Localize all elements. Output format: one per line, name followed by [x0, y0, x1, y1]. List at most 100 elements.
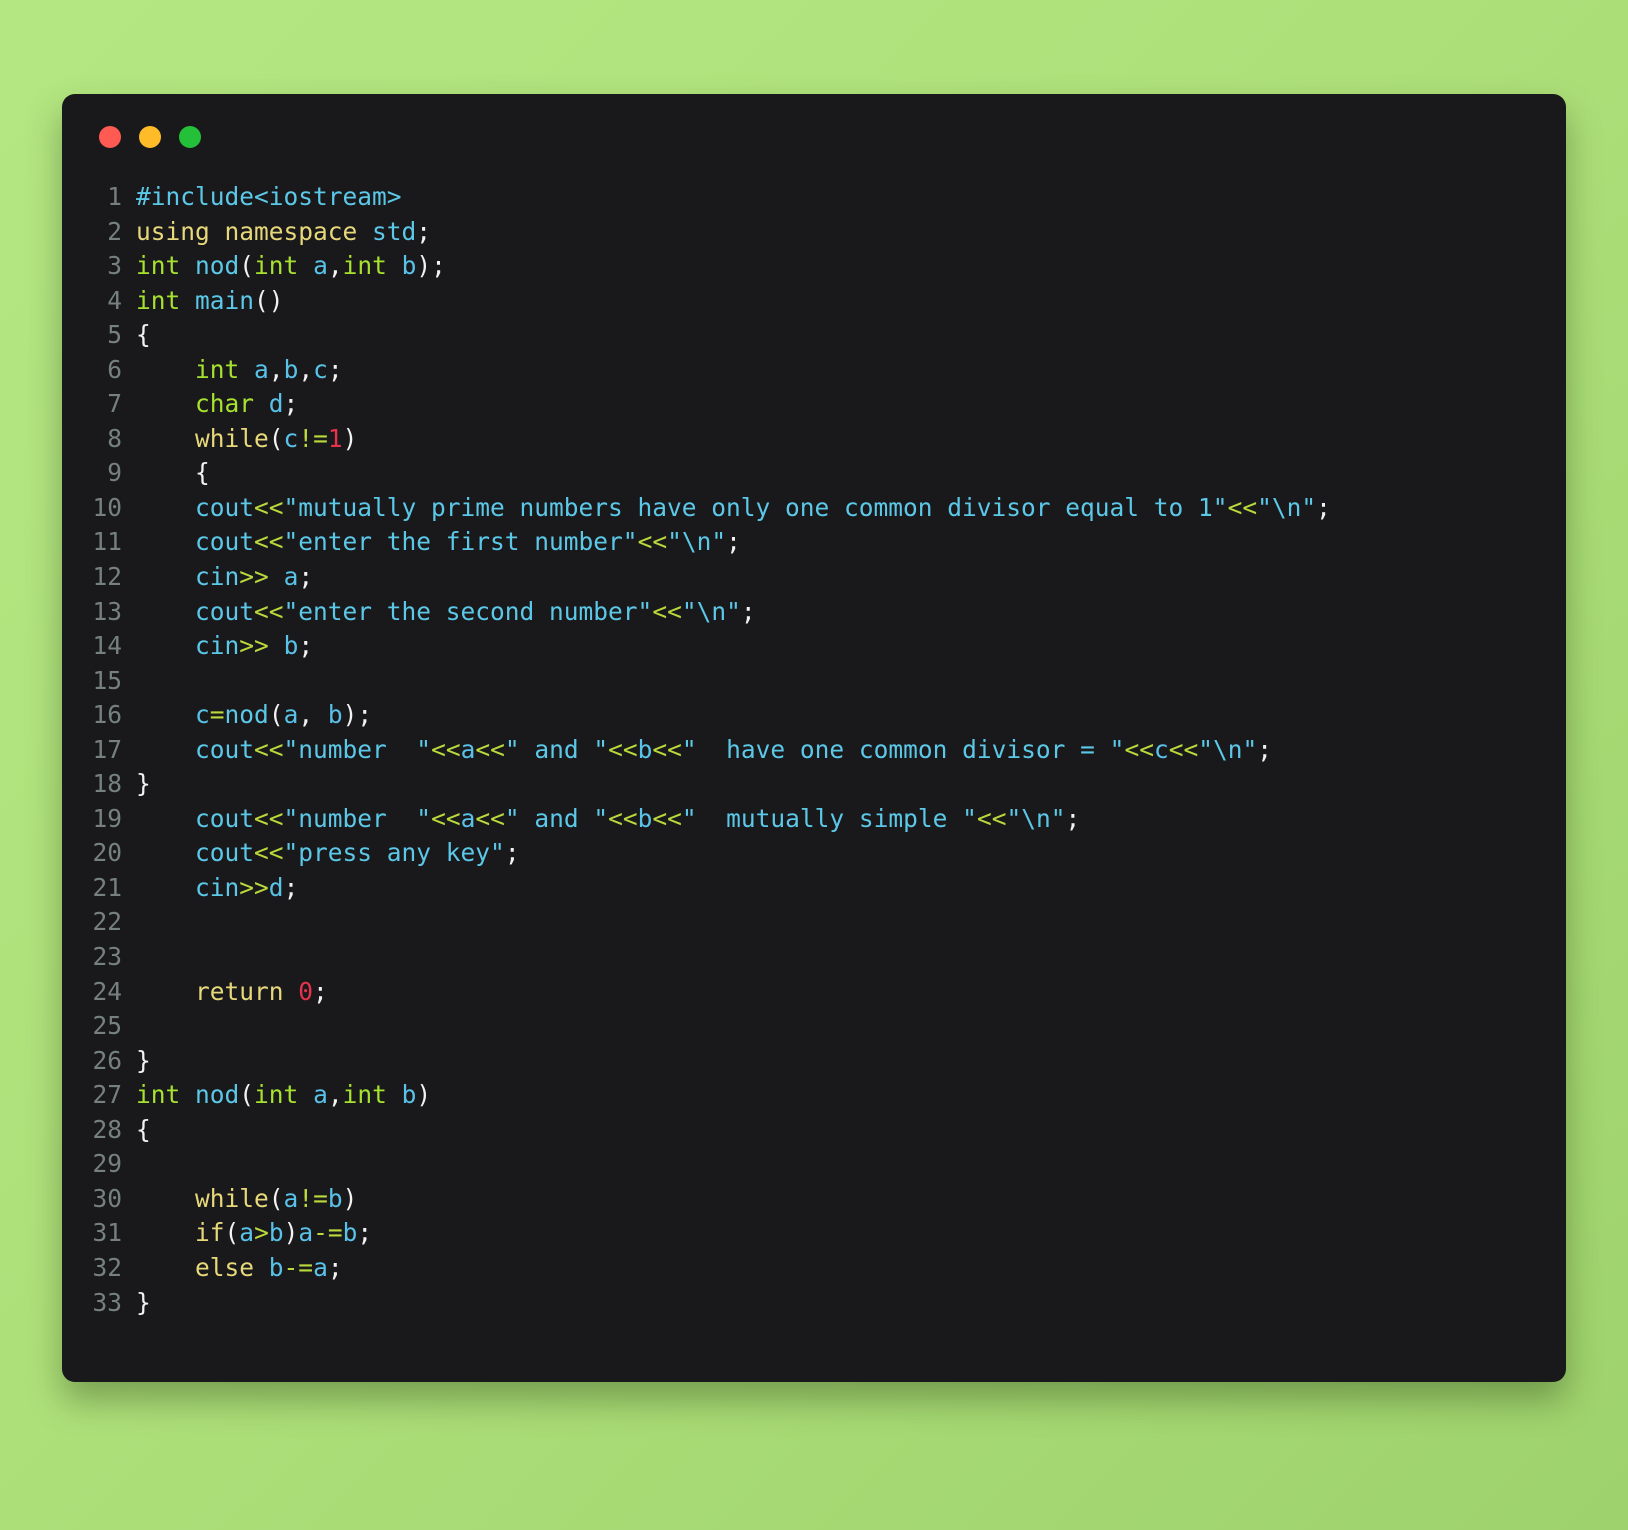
token-plain: ;	[740, 596, 756, 626]
code-line[interactable]: 27 int nod(int a,int b)	[76, 1078, 1566, 1113]
token-type: int	[254, 251, 314, 281]
token-plain: ;	[283, 389, 299, 419]
code-line[interactable]: 11 cout<<"enter the first number"<<"\n";	[76, 525, 1566, 560]
line-number: 3	[107, 251, 122, 281]
code-line-content: }	[136, 767, 151, 802]
line-number: 26	[92, 1045, 122, 1075]
code-window: 1 #include<iostream> 2 using namespace std;…	[62, 94, 1566, 1382]
line-number: 14	[92, 631, 122, 661]
line-number: 30	[92, 1183, 122, 1213]
token-op: <<	[254, 492, 284, 522]
token-op: <<	[431, 734, 461, 764]
token-plain: ;	[298, 631, 314, 661]
code-line[interactable]: 23	[76, 940, 1566, 975]
token-op: >>	[239, 562, 269, 592]
code-line[interactable]: 31 if(a>b)a-=b;	[76, 1216, 1566, 1251]
page-root: 1 #include<iostream> 2 using namespace std;…	[0, 0, 1628, 1530]
code-line[interactable]: 25	[76, 1009, 1566, 1044]
maximize-button[interactable]	[179, 126, 201, 148]
code-line[interactable]: 14 cin>> b;	[76, 629, 1566, 664]
line-number: 16	[92, 700, 122, 730]
token-str: "number "	[283, 803, 432, 833]
minimize-button[interactable]	[139, 126, 161, 148]
code-line[interactable]: 6 int a,b,c;	[76, 353, 1566, 388]
code-line-content: cin>>d;	[136, 871, 298, 906]
code-line[interactable]: 13 cout<<"enter the second number"<<"\n"…	[76, 595, 1566, 630]
code-line[interactable]: 18}	[76, 767, 1566, 802]
line-number: 9	[107, 458, 122, 488]
code-line[interactable]: 24 return 0;	[76, 975, 1566, 1010]
token-type: char	[195, 389, 269, 419]
code-line[interactable]: 32 else b-=a;	[76, 1251, 1566, 1286]
code-line[interactable]: 3 int nod(int a,int b);	[76, 249, 1566, 284]
code-line[interactable]: 33}	[76, 1286, 1566, 1321]
close-button[interactable]	[99, 126, 121, 148]
code-line[interactable]: 8 while(c!=1)	[76, 422, 1566, 457]
code-line[interactable]: 15	[76, 664, 1566, 699]
code-editor[interactable]: 1 #include<iostream> 2 using namespace std;…	[62, 180, 1566, 1320]
code-line-content: cout<<"enter the first number"<<"\n";	[136, 525, 741, 560]
token-plain: ;	[357, 1218, 373, 1248]
code-line[interactable]: 7 char d;	[76, 387, 1566, 422]
token-fn: cout	[195, 596, 255, 626]
token-str: "\n"	[1257, 492, 1317, 522]
code-line[interactable]: 22	[76, 905, 1566, 940]
code-line[interactable]: 9 {	[76, 456, 1566, 491]
token-var: b	[342, 1218, 358, 1248]
token-plain: }	[136, 769, 151, 799]
token-op: <<	[652, 734, 682, 764]
code-line[interactable]: 19 cout<<"number "<<a<<" and "<<b<<" mut…	[76, 802, 1566, 837]
token-var: c	[1153, 734, 1169, 764]
code-line[interactable]: 21 cin>>d;	[76, 871, 1566, 906]
token-plain: ;	[1257, 734, 1273, 764]
token-fn: cin	[195, 872, 240, 902]
code-line[interactable]: 29	[76, 1147, 1566, 1182]
token-var: a	[460, 803, 476, 833]
token-type: int	[136, 285, 196, 315]
code-line[interactable]: 4 int main()	[76, 284, 1566, 319]
code-line-content: {	[136, 1113, 151, 1148]
token-op: !=	[298, 1183, 328, 1213]
code-line-content: cout<<"press any key";	[136, 836, 520, 871]
code-line[interactable]: 30 while(a!=b)	[76, 1182, 1566, 1217]
token-var: a	[313, 1080, 328, 1110]
code-line[interactable]: 5{	[76, 318, 1566, 353]
line-number: 25	[92, 1011, 122, 1041]
code-line[interactable]: 28 {	[76, 1113, 1566, 1148]
token-var: c	[195, 700, 210, 730]
line-number: 5	[107, 320, 122, 350]
token-str: " have one common divisor = "	[681, 734, 1125, 764]
token-op: >>	[239, 631, 269, 661]
token-op: -=	[283, 1252, 314, 1282]
token-plain: ;	[504, 838, 520, 868]
code-line[interactable]: 26}	[76, 1044, 1566, 1079]
token-plain: {	[136, 458, 210, 488]
token-plain: );	[416, 251, 446, 281]
token-var: a	[298, 1218, 314, 1248]
token-fn: cout	[195, 734, 255, 764]
token-key: while	[195, 423, 269, 453]
code-line[interactable]: 2 using namespace std;	[76, 215, 1566, 250]
code-line[interactable]: 1 #include<iostream>	[76, 180, 1566, 215]
token-str: " and "	[504, 803, 609, 833]
code-line[interactable]: 20 cout<<"press any key";	[76, 836, 1566, 871]
code-line[interactable]: 10 cout<<"mutually prime numbers have on…	[76, 491, 1566, 526]
token-key: return	[195, 976, 299, 1006]
code-line[interactable]: 16 c=nod(a, b);	[76, 698, 1566, 733]
token-str: "press any key"	[283, 838, 505, 868]
token-var: b	[327, 700, 343, 730]
token-key: using namespace	[136, 216, 373, 246]
token-plain: (	[224, 1218, 240, 1248]
code-line[interactable]: 12 cin>> a;	[76, 560, 1566, 595]
token-var: a	[283, 562, 299, 592]
code-line[interactable]: 17 cout<<"number "<<a<<" and "<<b<<" hav…	[76, 733, 1566, 768]
line-number: 23	[92, 942, 122, 972]
token-var: b	[637, 803, 653, 833]
token-op: <<	[254, 596, 284, 626]
